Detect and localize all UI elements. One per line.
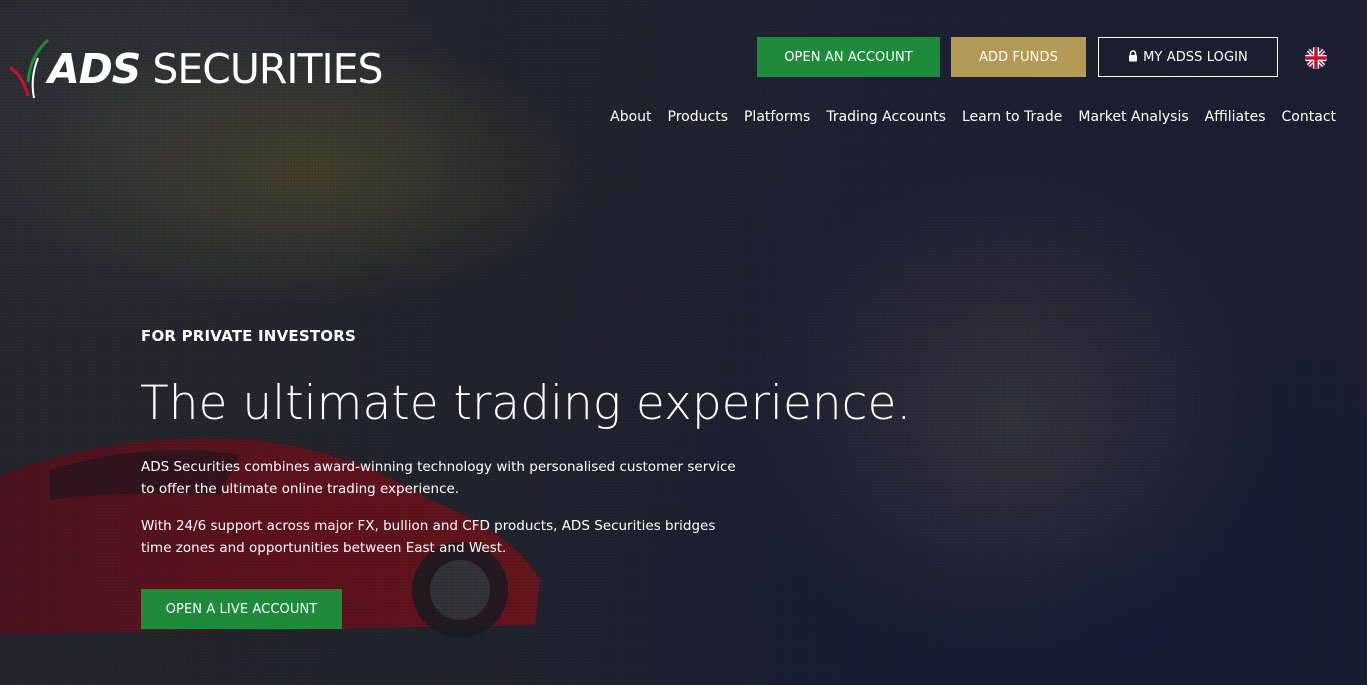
hero-paragraph-2: With 24/6 support across major FX, bulli… xyxy=(141,518,716,556)
nav-item-learn-to-trade[interactable]: Learn to Trade xyxy=(962,106,1062,128)
open-account-button[interactable]: OPEN AN ACCOUNT xyxy=(757,37,940,77)
nav-item-affiliates[interactable]: Affiliates xyxy=(1205,106,1266,128)
login-label: MY ADSS LOGIN xyxy=(1143,49,1248,65)
logo-securities-text: SECURITIES xyxy=(140,44,383,93)
nav-item-platforms[interactable]: Platforms xyxy=(744,106,810,128)
logo-ads-text: ADS xyxy=(48,44,141,93)
hero-headline: The ultimate trading experience. xyxy=(140,376,912,431)
nav-item-contact[interactable]: Contact xyxy=(1282,106,1336,128)
main-navigation: About Products Platforms Trading Account… xyxy=(594,106,1336,128)
lock-icon xyxy=(1129,50,1138,62)
uk-flag-icon[interactable] xyxy=(1305,47,1327,69)
logo-swoosh-icon xyxy=(9,38,50,99)
nav-item-trading-accounts[interactable]: Trading Accounts xyxy=(826,106,946,128)
hero-paragraph-1: ADS Securities combines award-winning te… xyxy=(141,459,736,497)
my-adss-login-button[interactable]: MY ADSS LOGIN xyxy=(1098,37,1278,77)
ads-securities-logo[interactable]: ADS SECURITIES xyxy=(8,38,384,100)
hero-eyebrow: FOR PRIVATE INVESTORS xyxy=(141,327,356,345)
nav-item-market-analysis[interactable]: Market Analysis xyxy=(1078,106,1188,128)
open-live-account-button[interactable]: OPEN A LIVE ACCOUNT xyxy=(141,589,342,629)
logo-wordmark: ADS SECURITIES xyxy=(48,48,384,90)
add-funds-button[interactable]: ADD FUNDS xyxy=(951,37,1086,77)
nav-item-about[interactable]: About xyxy=(610,106,651,128)
nav-item-products[interactable]: Products xyxy=(668,106,728,128)
